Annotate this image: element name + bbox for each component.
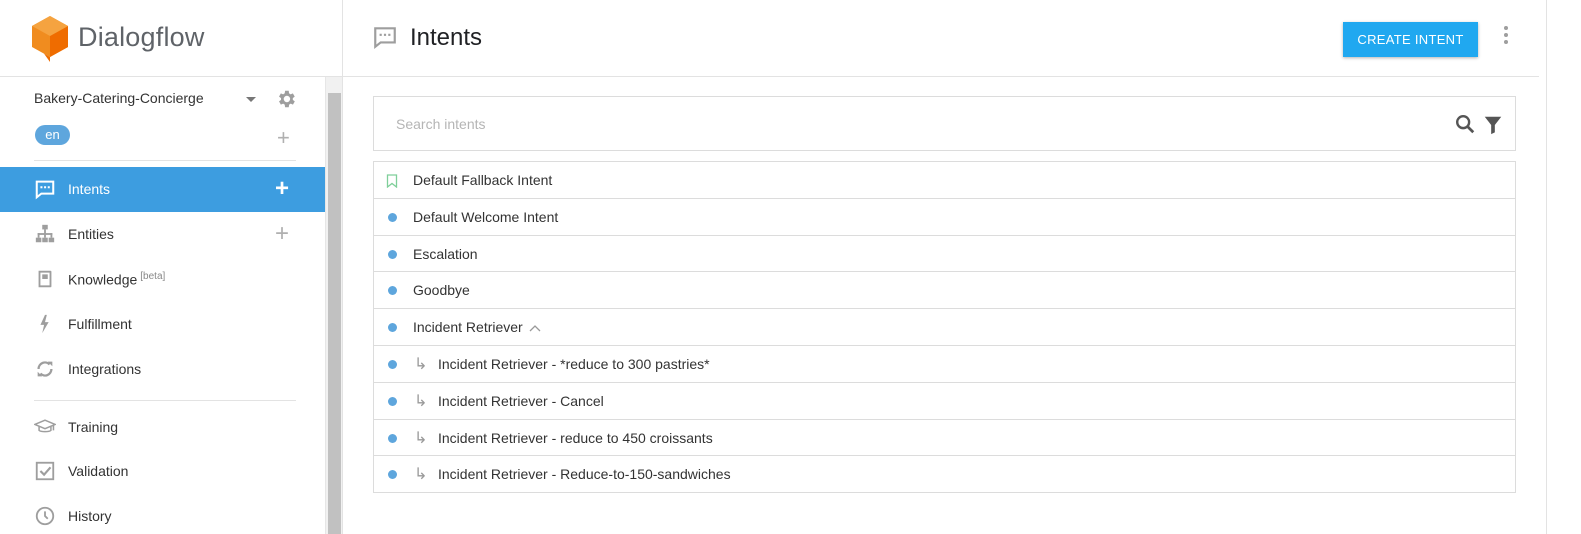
sidebar-item-label: Validation: [68, 463, 129, 479]
intent-row[interactable]: ↳ Incident Retriever - reduce to 450 cro…: [374, 420, 1515, 457]
intent-row[interactable]: Default Fallback Intent: [374, 162, 1515, 199]
divider: [1546, 0, 1547, 77]
sidebar: Bakery-Catering-Concierge en + Intents +…: [0, 0, 325, 534]
search-input[interactable]: [396, 114, 1426, 134]
sidebar-scrollbar[interactable]: [325, 77, 342, 534]
intent-name[interactable]: Incident Retriever - *reduce to 300 past…: [438, 356, 710, 372]
intent-name[interactable]: Incident Retriever: [413, 319, 523, 335]
child-arrow-icon: ↳: [414, 392, 428, 410]
sidebar-item-label: Entities: [68, 226, 114, 242]
intent-name[interactable]: Default Welcome Intent: [413, 209, 558, 225]
chevron-up-icon[interactable]: [529, 321, 541, 339]
dialogflow-logo-icon[interactable]: [32, 16, 68, 67]
agent-name[interactable]: Bakery-Catering-Concierge: [34, 90, 204, 106]
filter-icon[interactable]: [1482, 114, 1504, 141]
intent-row[interactable]: ↳ Incident Retriever - Cancel: [374, 383, 1515, 420]
intent-status-dot: [388, 212, 397, 222]
sidebar-item-integrations[interactable]: Integrations: [0, 347, 325, 392]
intent-status-dot: [388, 323, 397, 333]
right-gutter: [1546, 77, 1581, 534]
fulfillment-icon: [34, 313, 56, 335]
dialogflow-app: Bakery-Catering-Concierge en + Intents +…: [0, 0, 1581, 534]
bookmark-icon: [386, 174, 398, 193]
sidebar-divider: [342, 0, 343, 534]
sidebar-item-training[interactable]: Training: [0, 405, 325, 450]
page-header: Intents CREATE INTENT: [343, 0, 1539, 77]
entities-icon: [34, 223, 56, 245]
brand-name[interactable]: Dialogflow: [78, 22, 205, 53]
intent-name[interactable]: Escalation: [413, 246, 478, 262]
scrollbar-thumb[interactable]: [328, 93, 341, 534]
more-options-icon[interactable]: [1501, 26, 1511, 48]
intent-row[interactable]: Incident Retriever: [374, 309, 1515, 346]
intent-status-dot: [388, 286, 397, 296]
gear-icon[interactable]: [275, 88, 297, 115]
add-language-icon[interactable]: +: [277, 127, 290, 149]
intent-status-dot: [388, 470, 397, 480]
intent-status-dot: [388, 249, 397, 259]
sidebar-item-label: Integrations: [68, 361, 142, 377]
chevron-down-icon[interactable]: [246, 97, 256, 102]
language-badge[interactable]: en: [35, 125, 70, 145]
intent-status-dot: [388, 433, 397, 443]
add-intent-icon[interactable]: +: [275, 177, 289, 201]
intents-icon: [372, 24, 398, 55]
intent-name[interactable]: Default Fallback Intent: [413, 172, 552, 188]
beta-tag: [beta]: [140, 271, 166, 282]
knowledge-icon: [34, 268, 56, 290]
divider: [34, 400, 296, 401]
sidebar-item-label: Intents: [68, 181, 111, 197]
intent-row[interactable]: Goodbye: [374, 272, 1515, 310]
training-icon: [34, 416, 56, 438]
intent-row[interactable]: Escalation: [374, 236, 1515, 273]
intents-icon: [34, 178, 56, 200]
sidebar-item-label: History: [68, 508, 112, 524]
knowledge-label: Knowledge: [68, 271, 138, 288]
page-title: Intents: [410, 24, 483, 51]
intent-row[interactable]: ↳ Incident Retriever - Reduce-to-150-san…: [374, 456, 1515, 494]
intent-list: Default Fallback Intent Default Welcome …: [373, 161, 1516, 494]
sidebar-item-intents[interactable]: Intents +: [0, 167, 325, 212]
child-arrow-icon: ↳: [414, 466, 428, 484]
create-intent-button[interactable]: CREATE INTENT: [1343, 22, 1478, 57]
intent-name[interactable]: Incident Retriever - Cancel: [438, 393, 604, 409]
sidebar-item-label: Training: [68, 419, 119, 435]
intent-name[interactable]: Incident Retriever - reduce to 450 crois…: [438, 430, 713, 446]
intent-name[interactable]: Incident Retriever - Reduce-to-150-sandw…: [438, 466, 731, 482]
brand-header: Dialogflow: [0, 0, 342, 77]
intent-status-dot: [388, 396, 397, 406]
sidebar-item-knowledge[interactable]: Knowledge [beta]: [0, 257, 325, 302]
integrations-icon: [34, 358, 56, 380]
sidebar-item-fulfillment[interactable]: Fulfillment: [0, 302, 325, 347]
intent-row[interactable]: Default Welcome Intent: [374, 199, 1515, 236]
search-bar: [373, 96, 1516, 151]
sidebar-item-label: Fulfillment: [68, 316, 132, 332]
intent-name[interactable]: Goodbye: [413, 282, 470, 298]
intent-status-dot: [388, 359, 397, 369]
agent-selector[interactable]: Bakery-Catering-Concierge: [34, 90, 304, 110]
child-arrow-icon: ↳: [414, 355, 428, 373]
sidebar-item-label: Knowledge [beta]: [68, 271, 165, 288]
child-arrow-icon: ↳: [414, 429, 428, 447]
validation-icon: [34, 460, 56, 482]
intent-row[interactable]: ↳ Incident Retriever - *reduce to 300 pa…: [374, 346, 1515, 383]
divider: [34, 160, 296, 161]
sidebar-item-entities[interactable]: Entities +: [0, 212, 325, 257]
search-icon[interactable]: [1454, 113, 1476, 140]
history-icon: [34, 505, 56, 527]
sidebar-item-validation[interactable]: Validation: [0, 449, 325, 494]
add-entity-icon[interactable]: +: [275, 222, 289, 246]
sidebar-item-history[interactable]: History: [0, 494, 325, 534]
